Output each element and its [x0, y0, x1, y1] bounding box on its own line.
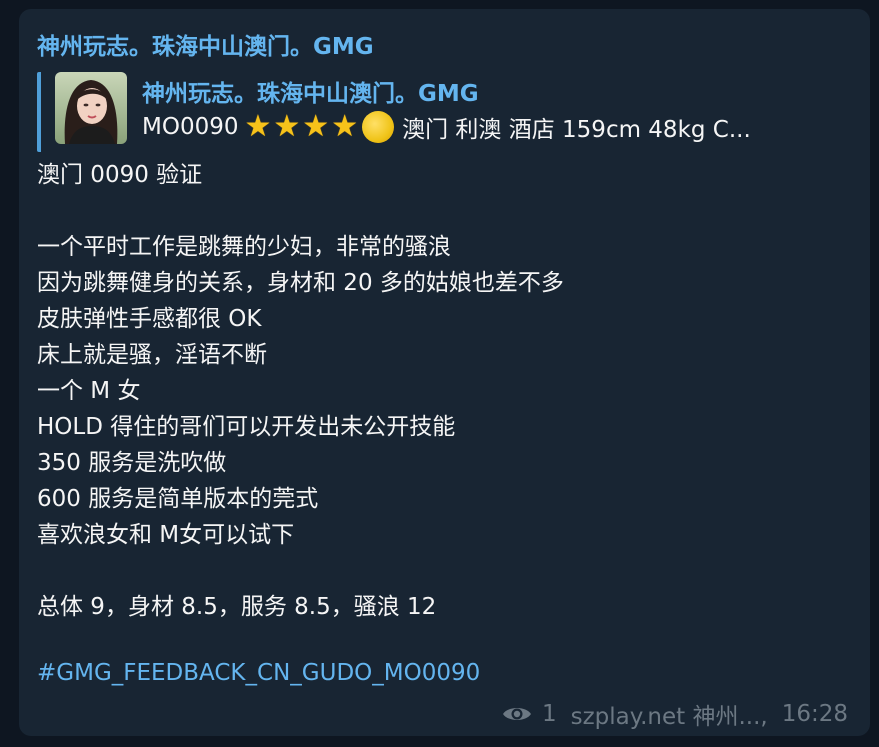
message-line: 一个 M 女 [37, 378, 141, 404]
star-icon: ★ [331, 110, 359, 144]
message-bubble: 神州玩志。珠海中山澳门。GMG 神州玩志。珠海中山澳门。GMG MO0090 ★… [19, 9, 870, 736]
message-line [37, 193, 852, 229]
view-count: 1 [541, 701, 557, 727]
eye-icon [502, 708, 531, 720]
message-line: 一个平时工作是跳舞的少妇，非常的骚浪 [37, 234, 451, 260]
star-icon: ★ [244, 110, 272, 144]
star-icon: ★ [273, 110, 301, 144]
message-line: 床上就是骚，淫语不断 [37, 342, 267, 368]
message-line: 总体 9，身材 8.5，服务 8.5，骚浪 12 [37, 594, 437, 620]
message-line: 皮肤弹性手感都很 OK [37, 306, 262, 332]
reply-code: MO0090 [142, 114, 239, 140]
message-line: 600 服务是简单版本的莞式 [37, 486, 319, 512]
message-meta: 1 szplay.net 神州..., 16:28 [502, 697, 848, 731]
rating-stars: ★ ★ ★ ★ [244, 110, 395, 144]
reply-thumbnail [55, 72, 127, 144]
message-line [37, 553, 852, 589]
hashtag-link[interactable]: #GMG_FEEDBACK_CN_GUDO_MO0090 [37, 660, 480, 686]
message-time: 16:28 [781, 701, 848, 727]
reply-preview[interactable]: 神州玩志。珠海中山澳门。GMG MO0090 ★ ★ ★ ★ 澳门 利澳 酒店 … [37, 72, 852, 152]
star-icon: ★ [302, 110, 330, 144]
message-line: 澳门 0090 验证 [37, 162, 203, 188]
reply-title: 神州玩志。珠海中山澳门。GMG [142, 81, 479, 107]
sender-name[interactable]: 神州玩志。珠海中山澳门。GMG [37, 27, 374, 61]
message-text: 澳门 0090 验证 一个平时工作是跳舞的少妇，非常的骚浪 因为跳舞健身的关系，… [37, 157, 852, 625]
message-line: 喜欢浪女和 M女可以试下 [37, 522, 295, 548]
reply-details: 澳门 利澳 酒店 159cm 48kg C... [402, 117, 751, 143]
message-line: 350 服务是洗吹做 [37, 450, 227, 476]
post-signature: szplay.net 神州..., [570, 704, 768, 730]
reply-text: MO0090 ★ ★ ★ ★ 澳门 利澳 酒店 159cm 48kg C... [142, 110, 842, 144]
message-line: 因为跳舞健身的关系，身材和 20 多的姑娘也差不多 [37, 270, 564, 296]
moon-icon [362, 111, 395, 143]
message-line: HOLD 得住的哥们可以开发出未公开技能 [37, 414, 456, 440]
